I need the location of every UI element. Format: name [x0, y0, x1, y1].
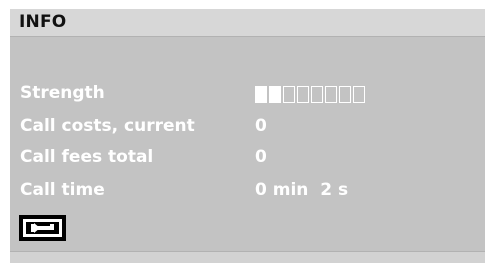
call-fees-total-label: Call fees total: [20, 147, 154, 167]
back-arrow-icon: [23, 219, 62, 237]
back-button[interactable]: [19, 215, 66, 241]
strength-segment-empty: [283, 86, 295, 103]
title-bar: INFO: [10, 9, 485, 37]
call-time-row: Call time 0 min 2 s: [10, 180, 485, 206]
strength-segment-empty: [353, 86, 365, 103]
strength-segment-empty: [311, 86, 323, 103]
footer-bar: [10, 251, 485, 263]
call-fees-total-row: Call fees total 0: [10, 147, 485, 173]
info-screen: INFO Strength Call costs, current 0 Call…: [10, 9, 485, 263]
call-costs-current-value: 0: [255, 116, 267, 136]
strength-segment-empty: [339, 86, 351, 103]
call-time-label: Call time: [20, 180, 105, 200]
call-costs-current-row: Call costs, current 0: [10, 116, 485, 142]
call-time-value: 0 min 2 s: [255, 180, 349, 200]
strength-segment-filled: [255, 86, 267, 103]
strength-segment-empty: [297, 86, 309, 103]
strength-segment-empty: [325, 86, 337, 103]
strength-row: Strength: [10, 83, 485, 109]
page-title: INFO: [19, 12, 67, 32]
strength-label: Strength: [20, 83, 105, 103]
call-costs-current-label: Call costs, current: [20, 116, 195, 136]
call-fees-total-value: 0: [255, 147, 267, 167]
strength-segment-filled: [269, 86, 281, 103]
signal-strength-meter: [255, 86, 365, 103]
